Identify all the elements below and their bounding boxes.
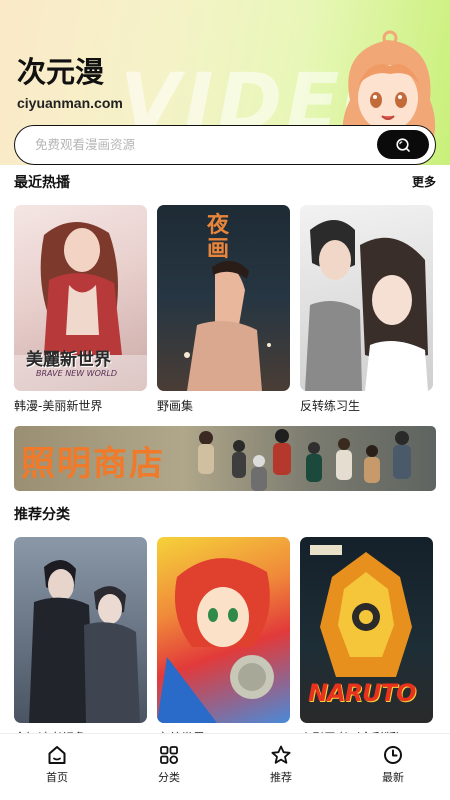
section-title-categories: 推荐分类 xyxy=(14,507,70,523)
comic-cover xyxy=(14,537,147,723)
banner-title: 照明商店 xyxy=(21,444,165,484)
cover-title-text: 美麗新世界 xyxy=(26,350,111,370)
cover-title-text: 夜画 xyxy=(207,212,230,262)
cover-title-text: NARUTO xyxy=(308,679,416,707)
cover-art xyxy=(29,559,140,723)
search-button[interactable] xyxy=(377,130,429,159)
comic-card[interactable]: 夜画 野画集 xyxy=(157,205,290,414)
category-grid-icon xyxy=(160,746,179,765)
app-title: 次元漫 xyxy=(17,55,105,89)
star-icon xyxy=(271,745,291,764)
comic-title: 反转练习生 xyxy=(300,399,361,413)
comic-title: 野画集 xyxy=(157,399,194,413)
tab-label: 推荐 xyxy=(270,771,292,784)
comic-card[interactable]: NARUTO 火影忍者（全彩版） xyxy=(300,537,433,746)
comic-cover xyxy=(157,537,290,723)
cover-subtitle-text: BRAVE NEW WORLD xyxy=(36,369,118,378)
tab-label: 分类 xyxy=(158,771,180,784)
home-icon xyxy=(48,746,66,764)
promo-banner[interactable]: 照明商店 xyxy=(14,426,436,491)
tab-label: 首页 xyxy=(46,771,68,784)
more-link[interactable]: 更多 xyxy=(412,173,436,190)
comic-cover: NARUTO xyxy=(300,537,433,723)
section-title-recent: 最近热播 xyxy=(14,175,70,191)
search-bar xyxy=(14,125,436,165)
comic-card[interactable]: 美麗新世界 BRAVE NEW WORLD 韩漫-美丽新世界 xyxy=(14,205,147,414)
comic-cover: 夜画 xyxy=(157,205,290,391)
comic-title: 韩漫-美丽新世界 xyxy=(14,399,103,413)
tab-home[interactable]: 首页 xyxy=(27,744,87,785)
tab-category[interactable]: 分类 xyxy=(139,744,199,785)
cover-art xyxy=(305,220,428,391)
tab-latest[interactable]: 最新 xyxy=(363,744,423,785)
comic-card[interactable]: 完美世界 xyxy=(157,537,290,746)
comic-cover: 美麗新世界 BRAVE NEW WORLD xyxy=(14,205,147,391)
cover-art xyxy=(157,558,274,723)
search-input[interactable] xyxy=(35,126,365,163)
bottom-tab-bar: 首页 分类 推荐 最新 xyxy=(0,733,450,800)
comic-card[interactable]: 全知读者视角 xyxy=(14,537,147,746)
app-domain: ciyuanman.com xyxy=(17,95,123,111)
comic-cover xyxy=(300,205,433,391)
tab-label: 最新 xyxy=(382,771,404,784)
comic-card[interactable]: 反转练习生 xyxy=(300,205,433,414)
clock-icon xyxy=(384,746,402,764)
search-icon xyxy=(396,137,410,152)
tab-recommend[interactable]: 推荐 xyxy=(251,744,311,785)
